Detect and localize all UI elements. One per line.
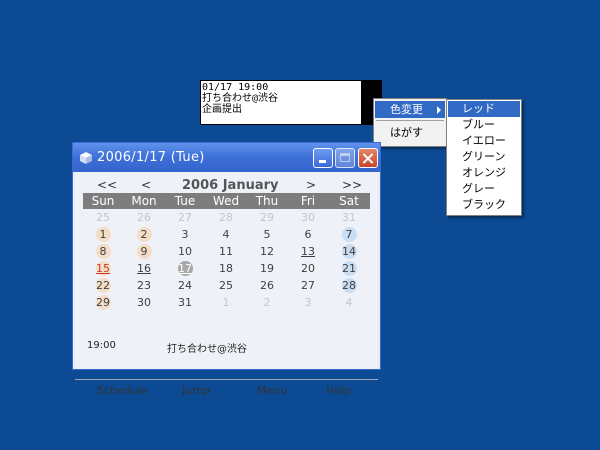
submenu-item-red[interactable]: レッド: [448, 101, 520, 117]
calendar-day[interactable]: 2: [124, 227, 164, 243]
calendar-day[interactable]: 11: [206, 244, 246, 260]
app-cube-icon: [80, 152, 92, 164]
calendar-day[interactable]: 22: [83, 278, 123, 294]
prev-year-button[interactable]: <<: [97, 178, 117, 192]
calendar-day[interactable]: 31: [165, 295, 205, 311]
calendar-day[interactable]: 19: [247, 261, 287, 277]
calendar-day[interactable]: 3: [288, 295, 328, 311]
calendar-day[interactable]: 4: [206, 227, 246, 243]
calendar-day[interactable]: 24: [165, 278, 205, 294]
calendar-day[interactable]: 2: [247, 295, 287, 311]
desktop: { "sticky": { "lines": ["01/17 19:00", "…: [0, 0, 600, 450]
calendar-day[interactable]: 3: [165, 227, 205, 243]
calendar-day[interactable]: 29: [247, 210, 287, 226]
calendar-day[interactable]: 27: [165, 210, 205, 226]
calendar-body: << < 2006 January > >> Sun Mon Tue Wed T…: [75, 172, 378, 397]
submenu-item-blue[interactable]: ブルー: [448, 117, 520, 133]
calendar-day[interactable]: 27: [288, 278, 328, 294]
menu-item-peel-off[interactable]: はがす: [375, 124, 445, 141]
submenu-arrow-icon: [437, 106, 441, 114]
context-menu: 色変更 はがす: [373, 98, 447, 147]
color-submenu: レッド ブルー イエロー グリーン オレンジ グレー ブラック: [446, 99, 522, 216]
schedule-button[interactable]: Schedule: [97, 384, 148, 397]
weekday-sun: Sun: [91, 194, 115, 208]
next-year-button[interactable]: >>: [342, 178, 362, 192]
weekday-fri: Fri: [300, 194, 316, 208]
calendar-day[interactable]: 26: [124, 210, 164, 226]
weekday-wed: Wed: [212, 194, 240, 208]
calendar-day[interactable]: 9: [124, 244, 164, 260]
prev-month-button[interactable]: <: [141, 178, 151, 192]
calendar-day[interactable]: 15: [83, 261, 123, 277]
calendar-day[interactable]: 31: [329, 210, 369, 226]
calendar-day[interactable]: 4: [329, 295, 369, 311]
calendar-day[interactable]: 16: [124, 261, 164, 277]
minimize-button[interactable]: [313, 148, 333, 168]
weekday-header: Sun Mon Tue Wed Thu Fri Sat: [83, 193, 370, 209]
calendar-window: 2006/1/17 (Tue) << < 2006 January > >> S…: [72, 142, 381, 397]
calendar-day[interactable]: 18: [206, 261, 246, 277]
weekday-tue: Tue: [174, 194, 196, 208]
sticky-note[interactable]: 01/17 19:00 打ち合わせ@渋谷 企画提出: [200, 80, 382, 125]
submenu-item-black[interactable]: ブラック: [448, 197, 520, 213]
footer-divider: [75, 379, 378, 380]
help-button[interactable]: Help: [326, 384, 351, 397]
calendar-day[interactable]: 25: [206, 278, 246, 294]
submenu-item-orange[interactable]: オレンジ: [448, 165, 520, 181]
menu-item-label: 色変更: [390, 103, 423, 116]
calendar-day[interactable]: 1: [83, 227, 123, 243]
weekday-mon: Mon: [131, 194, 157, 208]
calendar-day[interactable]: 28: [329, 278, 369, 294]
title-bar[interactable]: 2006/1/17 (Tue): [73, 143, 380, 172]
close-button[interactable]: [358, 148, 378, 168]
submenu-item-green[interactable]: グリーン: [448, 149, 520, 165]
calendar-day[interactable]: 8: [83, 244, 123, 260]
calendar-day[interactable]: 13: [288, 244, 328, 260]
calendar-day-today[interactable]: 17: [165, 261, 205, 277]
calendar-day[interactable]: 14: [329, 244, 369, 260]
weekday-sat: Sat: [339, 194, 359, 208]
event-title[interactable]: 打ち合わせ@渋谷: [167, 340, 247, 355]
menu-item-change-color[interactable]: 色変更: [375, 101, 445, 118]
month-title: 2006 January: [182, 178, 279, 193]
calendar-day[interactable]: 1: [206, 295, 246, 311]
menu-item-label: はがす: [390, 126, 423, 139]
calendar-day[interactable]: 30: [124, 295, 164, 311]
calendar-day[interactable]: 30: [288, 210, 328, 226]
weekday-thu: Thu: [255, 194, 279, 208]
menu-separator: [376, 120, 444, 121]
calendar-day[interactable]: 28: [206, 210, 246, 226]
calendar-day[interactable]: 12: [247, 244, 287, 260]
window-title: 2006/1/17 (Tue): [97, 150, 205, 165]
calendar-day[interactable]: 6: [288, 227, 328, 243]
calendar-day[interactable]: 29: [83, 295, 123, 311]
calendar-day[interactable]: 5: [247, 227, 287, 243]
calendar-day[interactable]: 10: [165, 244, 205, 260]
submenu-item-gray[interactable]: グレー: [448, 181, 520, 197]
event-time: 19:00: [87, 340, 116, 351]
sticky-note-text[interactable]: 01/17 19:00 打ち合わせ@渋谷 企画提出: [202, 82, 360, 115]
calendar-day[interactable]: 23: [124, 278, 164, 294]
submenu-item-yellow[interactable]: イエロー: [448, 133, 520, 149]
menu-button[interactable]: Menu: [257, 384, 287, 397]
calendar-day[interactable]: 26: [247, 278, 287, 294]
calendar-day[interactable]: 21: [329, 261, 369, 277]
calendar-day[interactable]: 20: [288, 261, 328, 277]
calendar-day[interactable]: 7: [329, 227, 369, 243]
next-month-button[interactable]: >: [306, 178, 316, 192]
jump-button[interactable]: Jump: [182, 384, 210, 397]
maximize-button[interactable]: [335, 148, 355, 168]
calendar-day[interactable]: 25: [83, 210, 123, 226]
